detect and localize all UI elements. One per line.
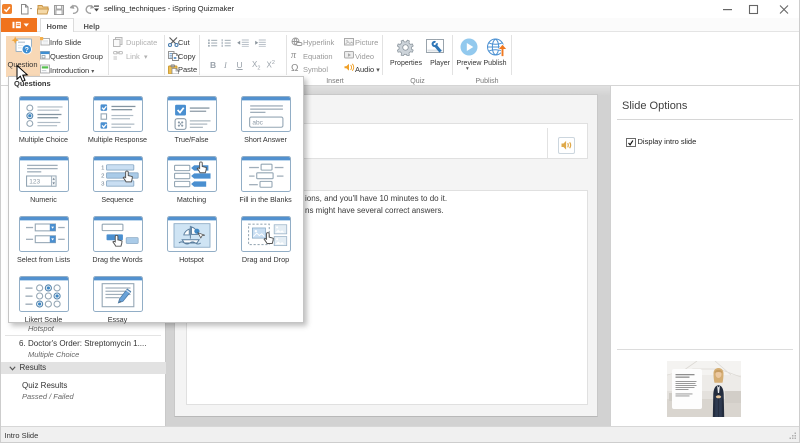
svg-text:1: 1: [101, 165, 105, 171]
svg-text:abc: abc: [252, 119, 263, 126]
svg-text:123: 123: [29, 178, 40, 185]
svg-text:2: 2: [101, 173, 104, 179]
svg-text:Ω: Ω: [291, 63, 299, 73]
svg-text:?: ?: [25, 47, 29, 54]
svg-text:3: 3: [101, 181, 105, 187]
svg-text:π: π: [291, 50, 297, 61]
